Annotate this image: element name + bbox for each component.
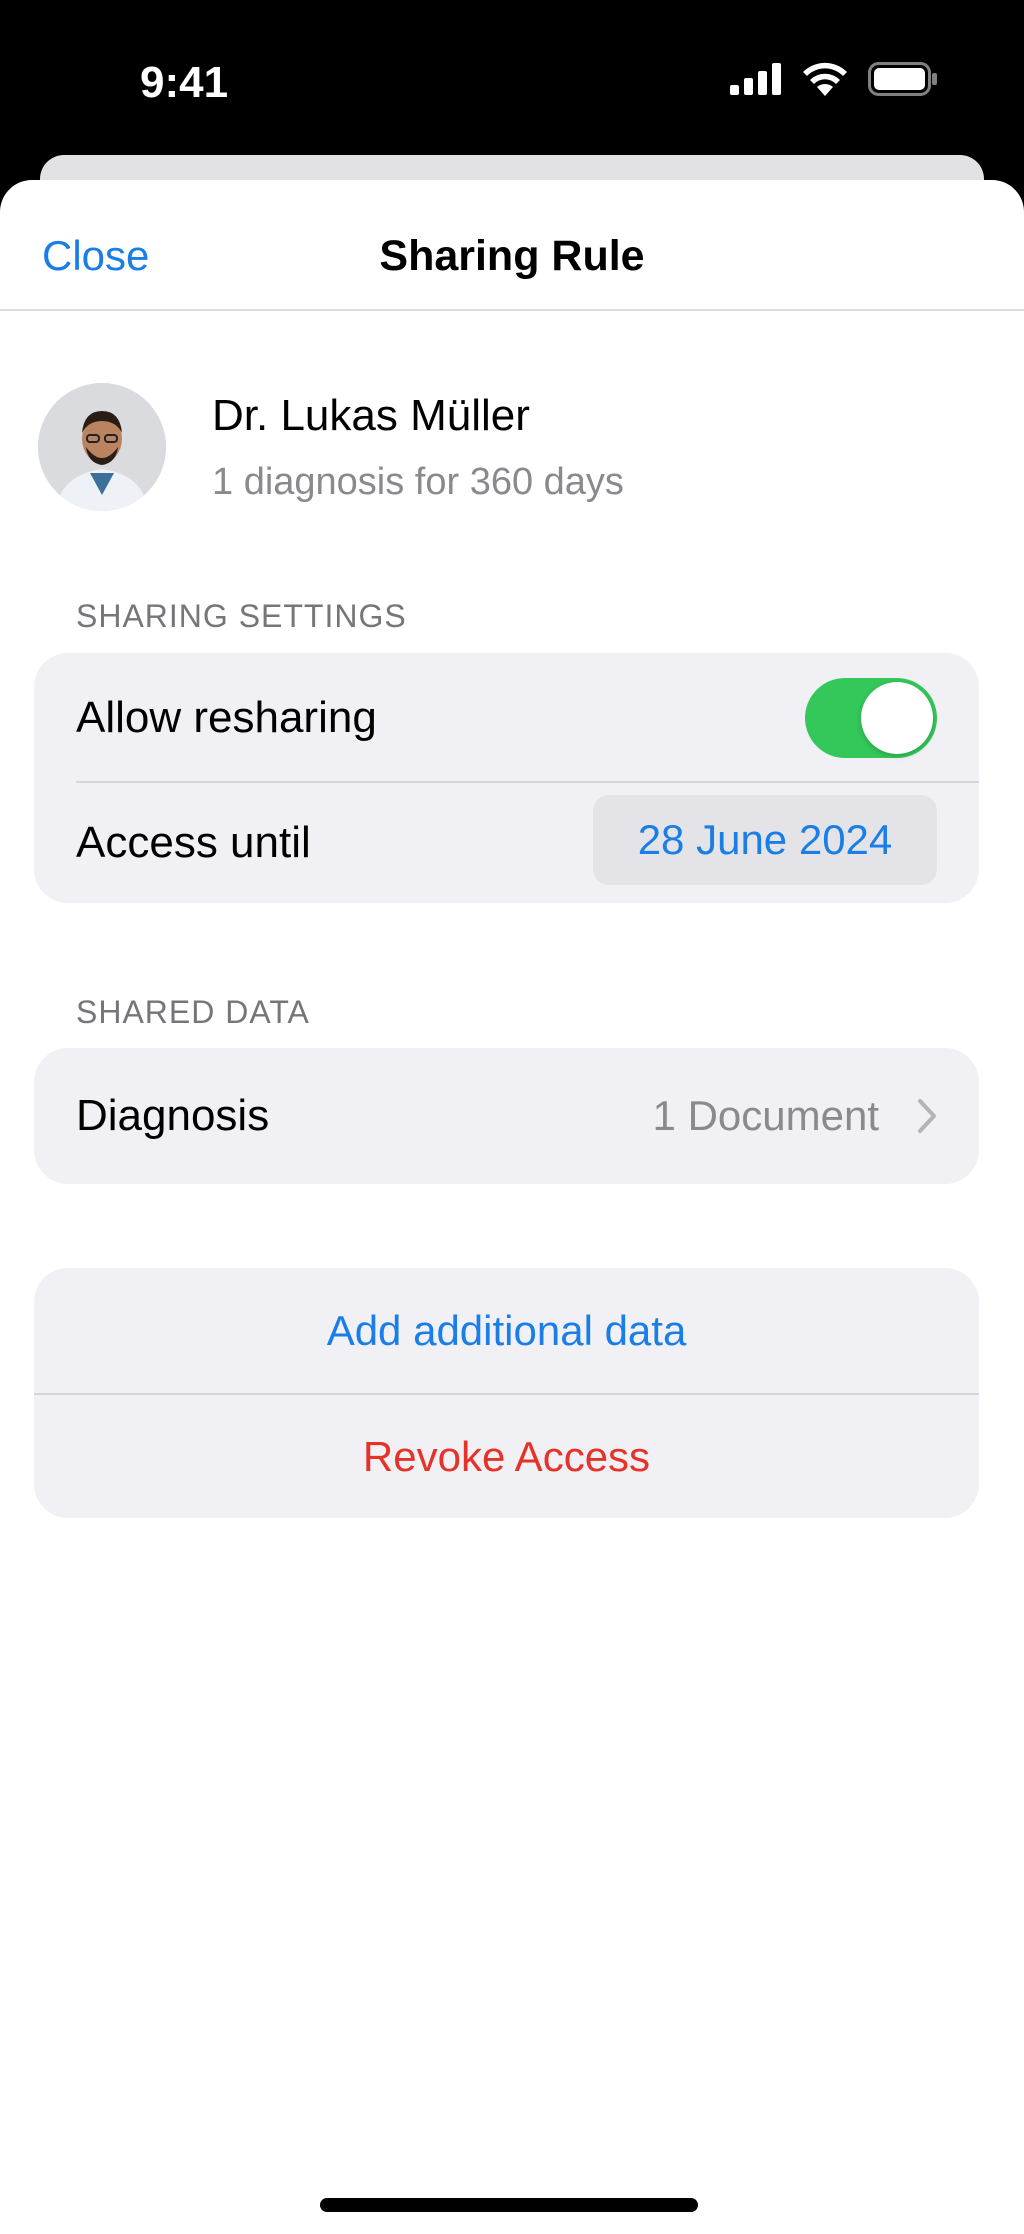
actions-group: Add additional data Revoke Access [34,1268,979,1518]
add-additional-data-button[interactable]: Add additional data [34,1268,979,1393]
page-title: Sharing Rule [379,232,645,280]
access-until-label: Access until [76,818,311,867]
allow-resharing-row: Allow resharing [34,653,979,783]
chevron-right-icon [918,1099,936,1133]
battery-icon [868,62,937,96]
avatar [38,383,166,511]
diagnosis-row[interactable]: Diagnosis 1 Document [34,1048,979,1184]
home-indicator [320,2198,698,2212]
doctor-name: Dr. Lukas Müller [212,390,530,440]
sharing-settings-header: SHARING SETTINGS [76,598,407,634]
access-until-row: Access until 28 June 2024 [34,783,979,903]
toggle-knob [861,682,933,754]
doctor-sharing-summary: 1 diagnosis for 360 days [212,460,624,503]
status-icons [730,62,938,96]
doctor-profile: Dr. Lukas Müller 1 diagnosis for 360 day… [38,383,624,511]
document-count: 1 Document [652,1092,879,1139]
navigation-bar: Close Sharing Rule [0,180,1024,311]
sharing-rule-sheet: Close Sharing Rule Dr. Lukas Müller 1 di [0,180,1024,2234]
profile-text: Dr. Lukas Müller 1 diagnosis for 360 day… [212,391,624,504]
allow-resharing-toggle[interactable] [805,678,937,758]
shared-data-header: SHARED DATA [76,994,310,1030]
wifi-icon [803,62,847,96]
diagnosis-label: Diagnosis [76,1091,270,1140]
cellular-signal-icon [730,63,781,95]
allow-resharing-label: Allow resharing [76,693,377,742]
sharing-settings-group: Allow resharing Access until 28 June 202… [34,653,979,903]
revoke-access-button[interactable]: Revoke Access [34,1395,979,1518]
doctor-portrait-icon [38,383,166,511]
phone-screen: 9:41 Close Sharing Rule Dr. Lukas Müller… [0,0,1024,2234]
access-until-date-button[interactable]: 28 June 2024 [593,795,937,885]
status-time: 9:41 [140,58,229,107]
shared-data-group: Diagnosis 1 Document [34,1048,979,1184]
